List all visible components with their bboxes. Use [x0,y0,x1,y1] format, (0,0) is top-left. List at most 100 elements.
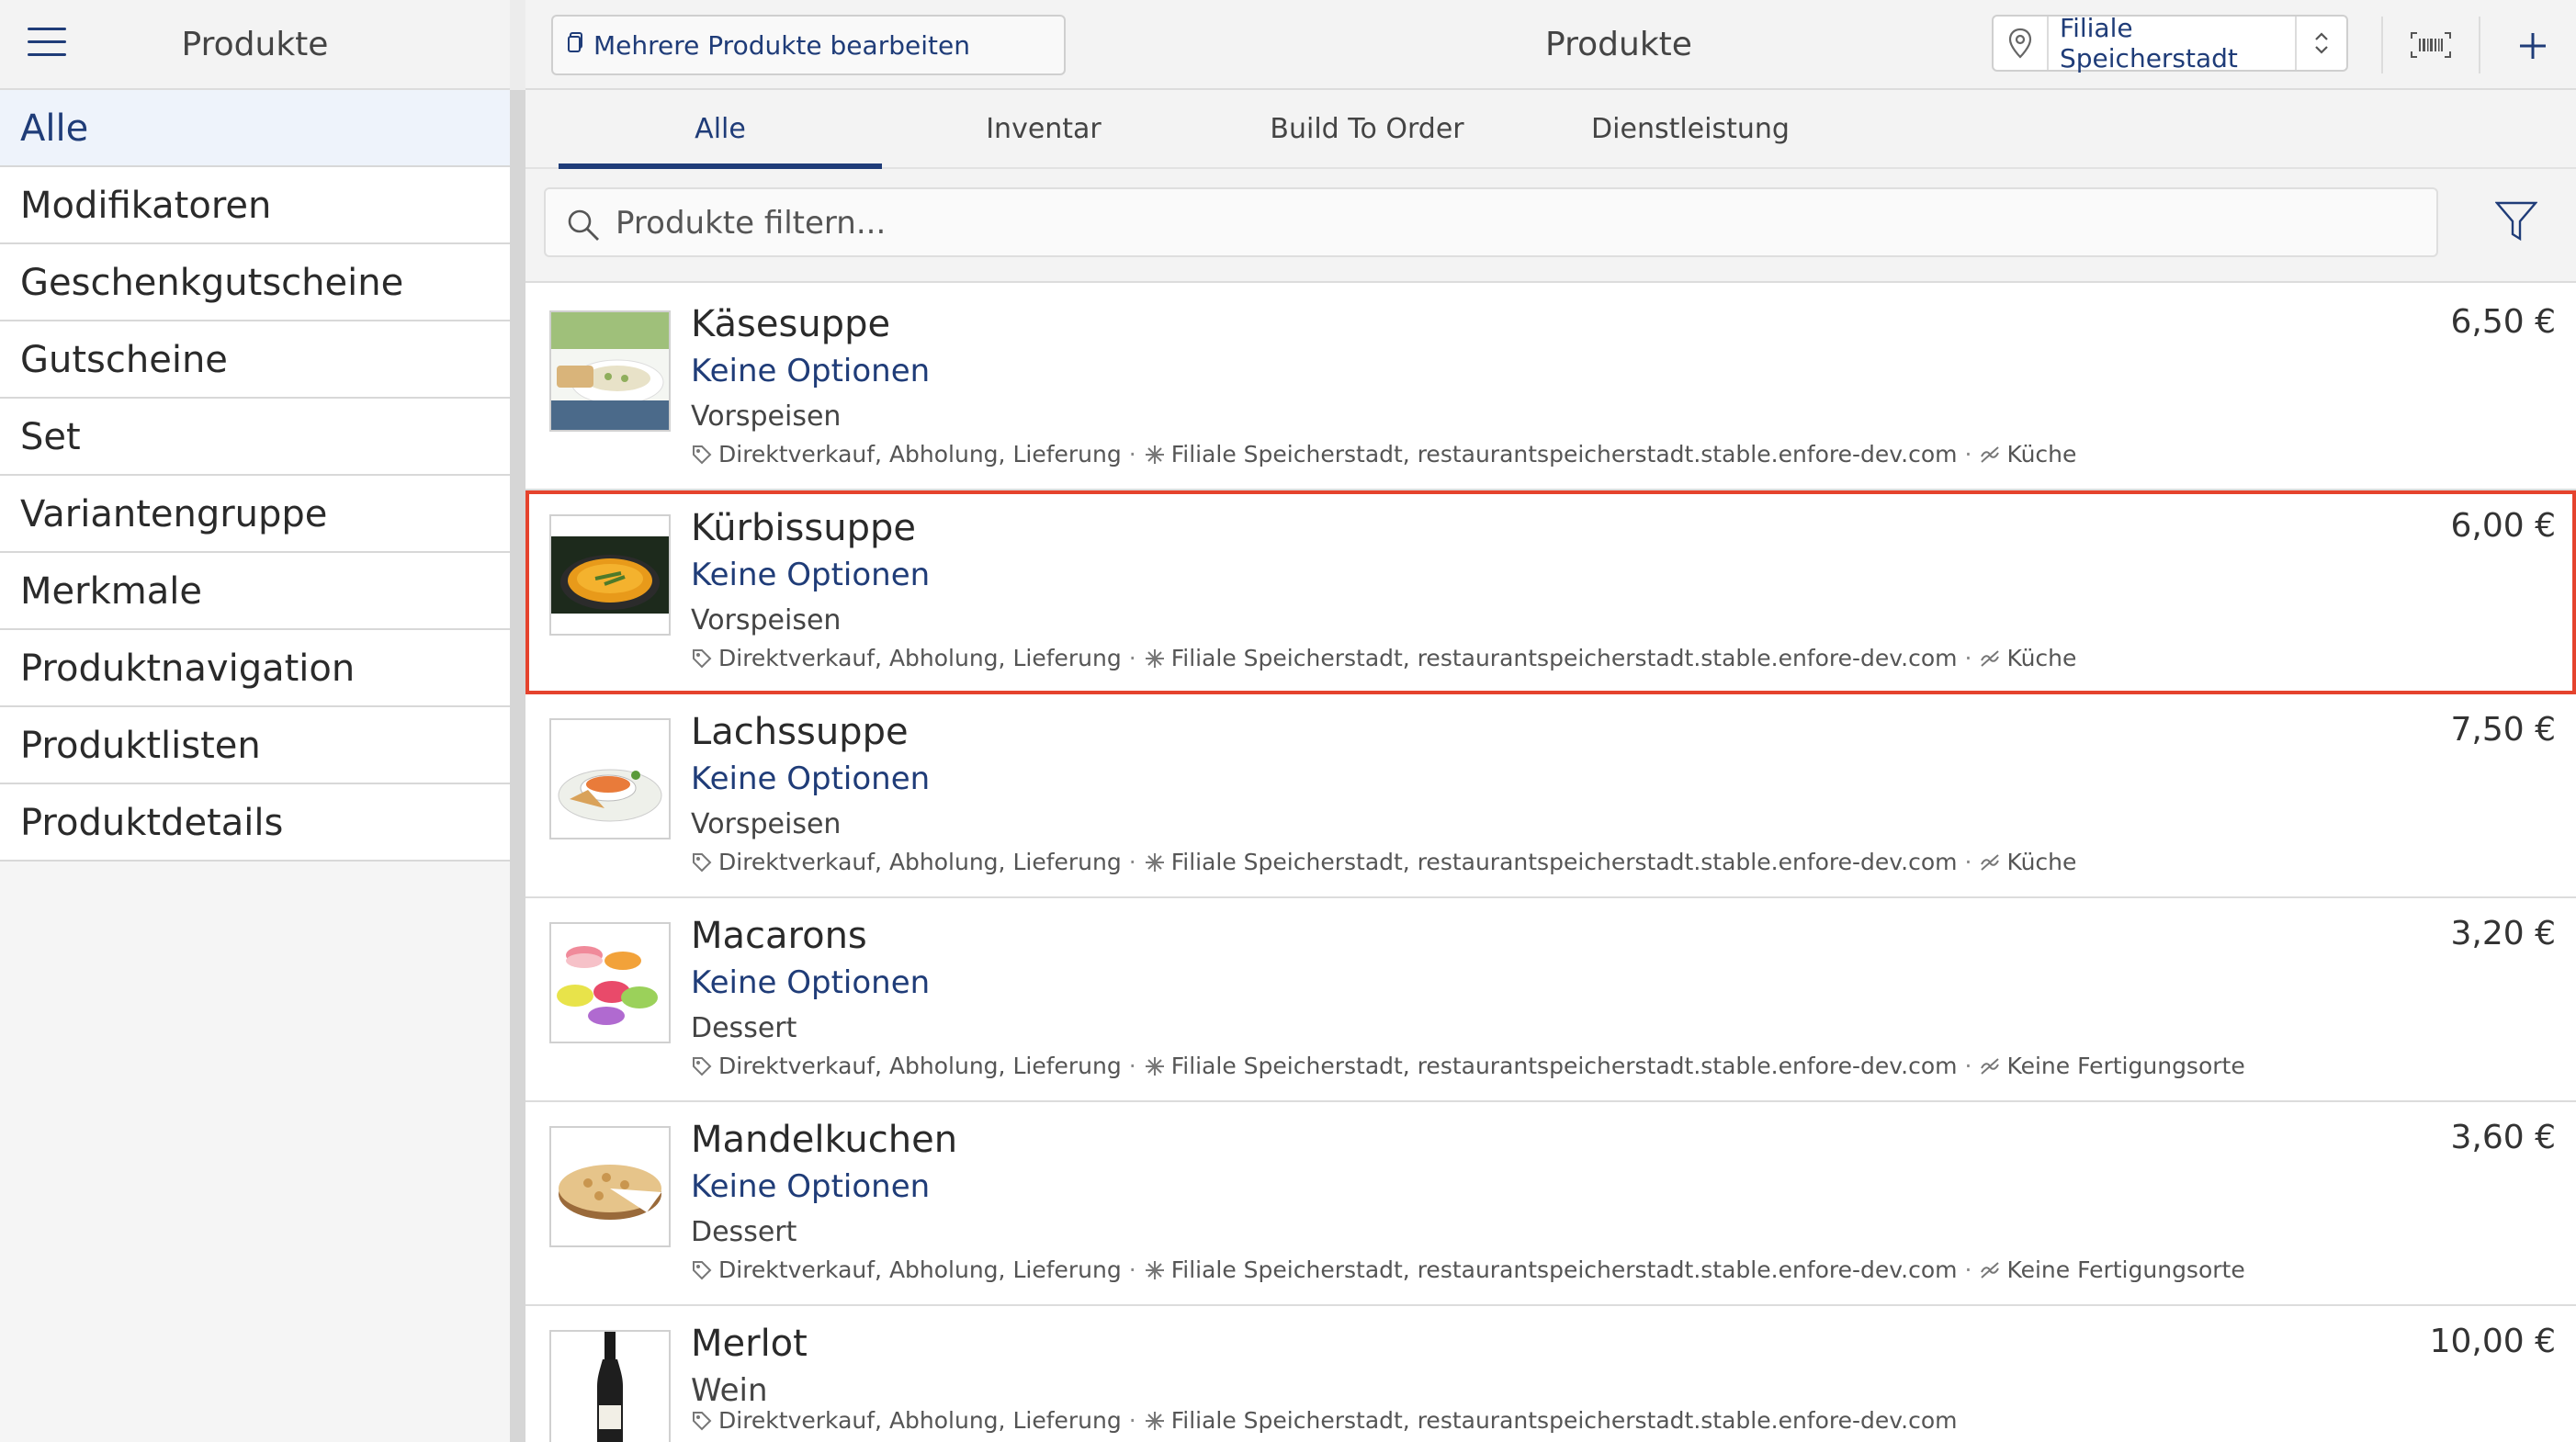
product-row[interactable]: Mandelkuchen Keine Optionen Dessert Dire… [525,1102,2576,1306]
sales-channels: Direktverkauf, Abholung, Lieferung [718,1407,1122,1434]
multi-edit-label: Mehrere Produkte bearbeiten [593,29,970,61]
product-thumbnail [549,310,671,432]
add-product-button[interactable] [2501,13,2565,77]
product-category: Vorspeisen [691,604,842,637]
product-name: Lachssuppe [691,711,909,753]
sales-channel-icon [691,1259,713,1281]
tab-build-to-order[interactable]: Build To Order [1205,90,1529,169]
product-name: Macarons [691,915,867,957]
sales-channel-icon [691,444,713,466]
product-thumbnail [549,1330,671,1442]
product-row[interactable]: Käsesuppe Keine Optionen Vorspeisen Dire… [525,287,2576,490]
sidebar-item-modifikatoren[interactable]: Modifikatoren [0,167,510,244]
sidebar-item-gutscheine[interactable]: Gutscheine [0,321,510,399]
product-meta: Direktverkauf, Abholung, Lieferung · Fil… [691,849,2076,875]
filter-icon[interactable] [2495,200,2537,242]
multi-edit-button[interactable]: Mehrere Produkte bearbeiten [551,15,1066,75]
sidebar-nav: Alle Modifikatoren Geschenkgutscheine Gu… [0,90,510,862]
meta-separator: · [1964,849,1972,875]
filter-row [525,169,2576,283]
locations: Filiale Speicherstadt, restaurantspeiche… [1170,849,1958,875]
product-category: Vorspeisen [691,808,842,840]
meta-separator: · [1128,1256,1136,1283]
locations: Filiale Speicherstadt, restaurantspeiche… [1170,441,1958,468]
production-location-icon [1979,1259,2001,1281]
main-pane: Mehrere Produkte bearbeiten Produkte Fil… [525,0,2576,1442]
sales-channel-icon [691,851,713,873]
sidebar-item-produktlisten[interactable]: Produktlisten [0,707,510,784]
product-options: Keine Optionen [691,557,931,593]
meta-separator: · [1128,849,1136,875]
product-row[interactable]: Merlot Wein Direktverkauf, Abholung, Lie… [525,1306,2576,1442]
sidebar-title: Produkte [181,26,329,63]
locations: Filiale Speicherstadt, restaurantspeiche… [1170,1053,1958,1079]
product-meta: Direktverkauf, Abholung, Lieferung · Fil… [691,1407,1957,1434]
search-input[interactable] [616,197,2416,250]
sidebar-item-produktnavigation[interactable]: Produktnavigation [0,630,510,707]
product-options: Keine Optionen [691,760,931,797]
pane-divider[interactable] [510,0,525,1442]
search-box [544,187,2438,257]
sales-channels: Direktverkauf, Abholung, Lieferung [718,849,1122,875]
sidebar-item-produktdetails[interactable]: Produktdetails [0,784,510,862]
product-meta: Direktverkauf, Abholung, Lieferung · Fil… [691,645,2076,671]
sales-channels: Direktverkauf, Abholung, Lieferung [718,441,1122,468]
tab-dienstleistung[interactable]: Dienstleistung [1529,90,1852,169]
sidebar-item-variantengruppe[interactable]: Variantengruppe [0,476,510,553]
production-location: Keine Fertigungsorte [2006,1256,2245,1283]
production-location: Küche [2006,645,2077,671]
product-price: 10,00 € [2429,1323,2556,1360]
product-row[interactable]: Lachssuppe Keine Optionen Vorspeisen Dir… [525,694,2576,898]
sidebar-item-alle[interactable]: Alle [0,90,510,167]
menu-icon[interactable] [28,28,66,61]
production-location-icon [1979,444,2001,466]
product-options: Wein [691,1372,768,1409]
product-thumbnail [549,922,671,1043]
production-location: Keine Fertigungsorte [2006,1053,2245,1079]
meta-separator: · [1964,441,1972,468]
product-price: 6,00 € [2450,507,2556,545]
product-row-selected[interactable]: Kürbissuppe Keine Optionen Vorspeisen Di… [525,490,2576,694]
meta-separator: · [1128,1407,1136,1434]
production-location-icon [1979,1055,2001,1077]
search-icon [568,209,599,241]
production-location-icon [1979,851,2001,873]
barcode-scan-button[interactable] [2403,20,2458,70]
product-type-tabs: Alle Inventar Build To Order Dienstleist… [525,90,2576,169]
barcode-icon [2411,32,2451,58]
product-row[interactable]: Macarons Keine Optionen Dessert Direktve… [525,898,2576,1102]
branch-selector[interactable]: Filiale Speicherstadt [1992,13,2348,73]
sales-channel-icon [691,1055,713,1077]
top-bar: Mehrere Produkte bearbeiten Produkte Fil… [525,0,2576,90]
toolbar-separator [2381,17,2383,73]
product-thumbnail [549,718,671,839]
page-title: Produkte [1545,26,1692,63]
product-category: Dessert [691,1012,797,1044]
product-name: Merlot [691,1323,808,1365]
product-name: Käsesuppe [691,303,891,345]
product-price: 3,60 € [2450,1119,2556,1156]
locations-icon [1144,1410,1166,1432]
updown-chevron-icon [2295,17,2346,70]
locations: Filiale Speicherstadt, restaurantspeiche… [1170,1407,1958,1434]
locations-icon [1144,648,1166,670]
product-options: Keine Optionen [691,1168,931,1205]
meta-separator: · [1964,1053,1972,1079]
meta-separator: · [1964,645,1972,671]
production-location: Küche [2006,849,2077,875]
sidebar-item-set[interactable]: Set [0,399,510,476]
tab-alle[interactable]: Alle [559,90,882,169]
sidebar-item-geschenkgutscheine[interactable]: Geschenkgutscheine [0,244,510,321]
meta-separator: · [1964,1256,1972,1283]
sidebar-item-merkmale[interactable]: Merkmale [0,553,510,630]
plus-icon [2520,33,2546,59]
product-thumbnail [549,514,671,636]
product-options: Keine Optionen [691,964,931,1001]
product-meta: Direktverkauf, Abholung, Lieferung · Fil… [691,1256,2245,1283]
locations-icon [1144,444,1166,466]
tab-inventar[interactable]: Inventar [882,90,1205,169]
product-list: Käsesuppe Keine Optionen Vorspeisen Dire… [525,287,2576,1442]
product-options: Keine Optionen [691,353,931,389]
locations: Filiale Speicherstadt, restaurantspeiche… [1170,645,1958,671]
sales-channel-icon [691,1410,713,1432]
